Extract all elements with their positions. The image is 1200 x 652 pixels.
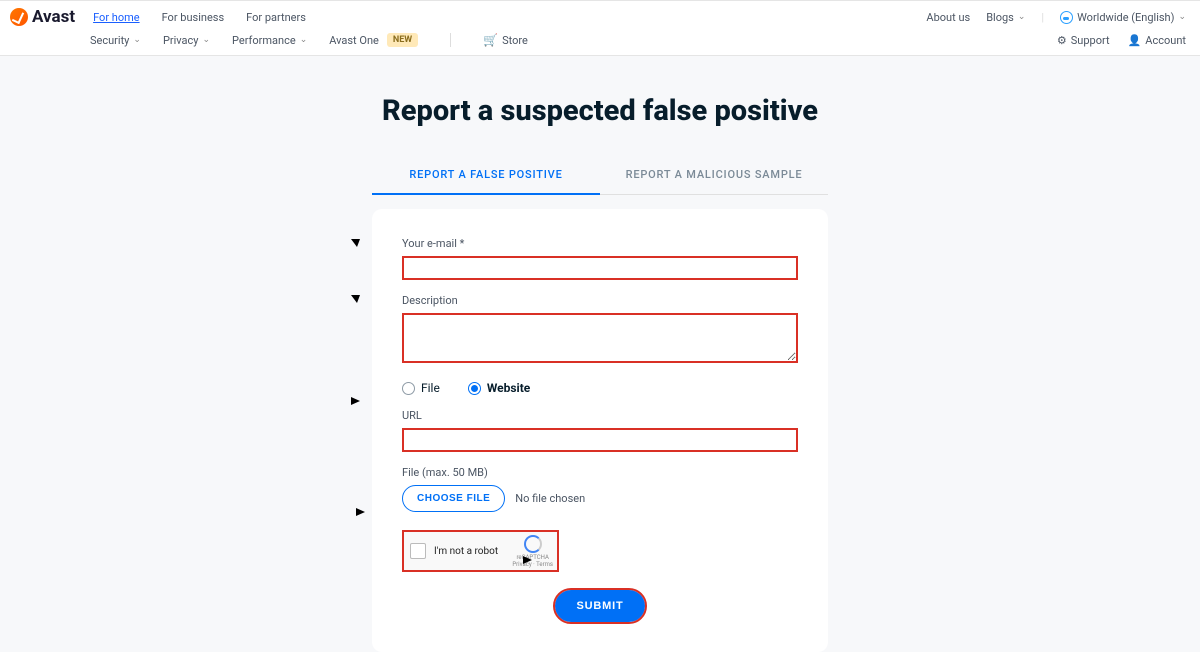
nav-for-business[interactable]: For business	[162, 11, 225, 24]
nav-performance[interactable]: Performance⌄	[232, 34, 307, 47]
avast-logo-icon	[10, 8, 28, 26]
brand-name: Avast	[32, 7, 75, 27]
nav-for-home[interactable]: For home	[93, 11, 140, 24]
brand-logo[interactable]: Avast	[0, 7, 75, 27]
email-input[interactable]	[402, 256, 798, 280]
report-form-card: Your e-mail * Description File Website U…	[372, 209, 828, 652]
radio-icon	[402, 382, 415, 395]
submit-button[interactable]: SUBMIT	[555, 590, 646, 622]
recaptcha-logo: reCAPTCHA Privacy · Terms	[512, 535, 553, 568]
nav-blogs[interactable]: Blogs⌄	[986, 11, 1025, 24]
top-right-nav: About us Blogs⌄ | Worldwide (English) ⌄	[926, 11, 1200, 24]
file-status-text: No file chosen	[515, 492, 585, 505]
radio-icon	[468, 382, 481, 395]
recaptcha-label: I'm not a robot	[434, 546, 498, 557]
report-tabs: REPORT A FALSE POSITIVE REPORT A MALICIO…	[0, 156, 1200, 195]
recaptcha-widget: I'm not a robot reCAPTCHA Privacy · Term…	[402, 530, 559, 572]
globe-icon	[1060, 11, 1073, 24]
chevron-down-icon: ⌄	[1178, 12, 1186, 22]
nav-account[interactable]: 👤Account	[1128, 34, 1186, 47]
cart-icon: 🛒	[483, 33, 498, 47]
url-label: URL	[402, 409, 798, 422]
gear-icon: ⚙	[1057, 34, 1067, 47]
user-icon: 👤	[1128, 34, 1142, 47]
annotation-arrow	[305, 231, 375, 271]
email-label: Your e-mail *	[402, 237, 798, 250]
chevron-down-icon: ⌄	[133, 35, 141, 45]
file-label: File (max. 50 MB)	[402, 466, 798, 479]
nav-store[interactable]: 🛒Store	[483, 33, 528, 47]
page-title: Report a suspected false positive	[0, 94, 1200, 128]
tab-false-positive[interactable]: REPORT A FALSE POSITIVE	[372, 156, 600, 195]
sample-type-radio-group: File Website	[402, 381, 798, 395]
nav-avast-one[interactable]: Avast OneNEW	[329, 33, 418, 47]
audience-nav: For home For business For partners	[93, 11, 306, 24]
description-label: Description	[402, 294, 798, 307]
url-input[interactable]	[402, 428, 798, 452]
tab-malicious-sample[interactable]: REPORT A MALICIOUS SAMPLE	[600, 156, 828, 194]
recaptcha-checkbox[interactable]	[410, 543, 426, 559]
divider	[450, 33, 451, 47]
recaptcha-icon	[524, 535, 542, 553]
description-textarea[interactable]	[402, 313, 798, 363]
nav-for-partners[interactable]: For partners	[246, 11, 306, 24]
chevron-down-icon: ⌄	[203, 35, 211, 45]
product-nav: Security⌄ Privacy⌄ Performance⌄ Avast On…	[90, 33, 528, 47]
annotation-arrow	[305, 394, 375, 408]
new-badge: NEW	[387, 33, 418, 47]
chevron-down-icon: ⌄	[300, 35, 308, 45]
support-nav: ⚙Support 👤Account	[1057, 34, 1200, 47]
nav-security[interactable]: Security⌄	[90, 34, 141, 47]
annotation-arrow	[305, 287, 375, 327]
annotation-arrow	[327, 505, 375, 519]
nav-privacy[interactable]: Privacy⌄	[163, 34, 210, 47]
choose-file-button[interactable]: CHOOSE FILE	[402, 485, 505, 512]
nav-support[interactable]: ⚙Support	[1057, 34, 1110, 47]
nav-about[interactable]: About us	[926, 11, 970, 24]
region-selector[interactable]: Worldwide (English) ⌄	[1060, 11, 1186, 24]
top-nav: Avast For home For business For partners…	[0, 0, 1200, 56]
radio-file[interactable]: File	[402, 381, 440, 395]
radio-website[interactable]: Website	[468, 381, 530, 395]
chevron-down-icon: ⌄	[1018, 12, 1026, 22]
